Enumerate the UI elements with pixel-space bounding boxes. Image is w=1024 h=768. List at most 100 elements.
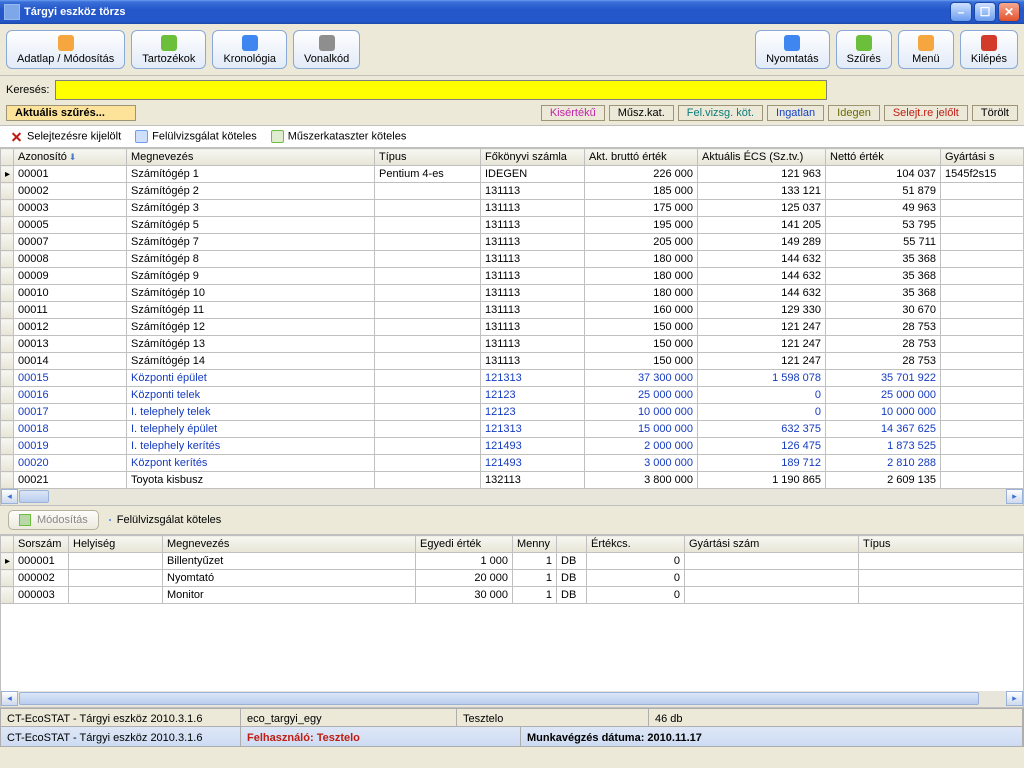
kronologia-button[interactable]: Kronológia [212, 30, 287, 69]
table-row[interactable]: 00012Számítógép 12131113150 000121 24728… [1, 319, 1024, 336]
status-count: 46 db [649, 709, 1023, 726]
table-row[interactable]: 000003Monitor30 0001DB0 [1, 587, 1024, 604]
szures-button[interactable]: Szűrés [836, 30, 892, 69]
edit-small-icon [19, 514, 31, 526]
col-header[interactable]: Típus [375, 149, 481, 166]
table-row[interactable]: 00002Számítógép 2131113185 000133 12151 … [1, 183, 1024, 200]
window-title: Tárgyi eszköz törzs [24, 6, 948, 18]
status-user: Tesztelo [457, 709, 649, 726]
filter-chip[interactable]: Fel.vizsg. köt. [678, 105, 763, 121]
status-bar-1: CT-EcoSTAT - Tárgyi eszköz 2010.3.1.6 ec… [0, 708, 1024, 727]
filter-chip[interactable]: Törölt [972, 105, 1018, 121]
search-input[interactable] [55, 80, 827, 100]
filter-chip[interactable]: Műsz.kat. [609, 105, 674, 121]
titlebar: Tárgyi eszköz törzs [0, 0, 1024, 24]
status2-app: CT-EcoSTAT - Tárgyi eszköz 2010.3.1.6 [1, 727, 241, 746]
table-row[interactable]: 00017I. telephely telek1212310 000 00001… [1, 404, 1024, 421]
col-header[interactable]: Megnevezés [163, 536, 416, 553]
table-row[interactable]: 00018I. telephely épület12131315 000 000… [1, 421, 1024, 438]
col-header[interactable] [557, 536, 587, 553]
table-row[interactable]: 00005Számítógép 5131113195 000141 20553 … [1, 217, 1024, 234]
scroll-thumb[interactable] [19, 692, 979, 705]
vonalkod-button[interactable]: Vonalkód [293, 30, 360, 69]
col-header[interactable]: Azonosító⬇ [14, 149, 127, 166]
tartozekok-button[interactable]: Tartozékok [131, 30, 206, 69]
col-header[interactable]: Menny [513, 536, 557, 553]
table-row[interactable]: 00008Számítógép 8131113180 000144 63235 … [1, 251, 1024, 268]
table-row[interactable]: 00019I. telephely kerítés1214932 000 000… [1, 438, 1024, 455]
main-grid-hscroll[interactable]: ◂ ▸ [0, 489, 1024, 506]
status-app: CT-EcoSTAT - Tárgyi eszköz 2010.3.1.6 [1, 709, 241, 726]
table-row[interactable]: 00009Számítógép 9131113180 000144 63235 … [1, 268, 1024, 285]
status2-date: Munkavégzés dátuma: 2010.11.17 [521, 727, 1023, 746]
filter-chip[interactable]: Kisértékű [541, 105, 605, 121]
table-row[interactable]: 00001Számítógép 1Pentium 4-esIDEGEN226 0… [1, 166, 1024, 183]
doc-icon [109, 519, 111, 521]
table-row[interactable]: 00015Központi épület12131337 300 0001 59… [1, 370, 1024, 387]
col-header[interactable]: Sorszám [14, 536, 69, 553]
scroll-thumb[interactable] [19, 490, 49, 503]
close-button[interactable] [998, 2, 1020, 22]
minimize-button[interactable] [950, 2, 972, 22]
legend-bar: Selejtezésre kijelölt Felülvizsgálat köt… [0, 125, 1024, 148]
scroll-right-icon[interactable]: ▸ [1006, 489, 1023, 504]
exit-icon [981, 35, 997, 51]
filter-bar: Aktuális szűrés... KisértékűMűsz.kat.Fel… [0, 104, 1024, 125]
scroll-left-icon[interactable]: ◂ [1, 489, 18, 504]
table-row[interactable]: 00016Központi telek1212325 000 000025 00… [1, 387, 1024, 404]
kilepes-button[interactable]: Kilépés [960, 30, 1018, 69]
table-row[interactable]: 00007Számítógép 7131113205 000149 28955 … [1, 234, 1024, 251]
col-header[interactable]: Helyiség [69, 536, 163, 553]
maximize-button[interactable] [974, 2, 996, 22]
filter-chip[interactable]: Ingatlan [767, 105, 824, 121]
app-icon [4, 4, 20, 20]
scroll-left-icon[interactable]: ◂ [1, 691, 18, 706]
table-row[interactable]: 00013Számítógép 13131113150 000121 24728… [1, 336, 1024, 353]
status2-user: Felhasználó: Tesztelo [241, 727, 521, 746]
main-grid[interactable]: Azonosító⬇MegnevezésTípusFőkönyvi számla… [0, 148, 1024, 489]
status-db: eco_targyi_egy [241, 709, 457, 726]
sub-modify-button[interactable]: Módosítás [8, 510, 99, 530]
doc-icon [135, 130, 148, 143]
col-header[interactable]: Aktuális ÉCS (Sz.tv.) [698, 149, 826, 166]
col-header[interactable]: Értékcs. [587, 536, 685, 553]
col-header[interactable]: Gyártási s [941, 149, 1024, 166]
adatlap-button[interactable]: Adatlap / Módosítás [6, 30, 125, 69]
sub-toolbar: Módosítás Felülvizsgálat köteles [0, 506, 1024, 535]
menu-icon [918, 35, 934, 51]
table-row[interactable]: 000002Nyomtató20 0001DB0 [1, 570, 1024, 587]
table-row[interactable]: 000001Billentyűzet1 0001DB0 [1, 553, 1024, 570]
legend-selejt: Selejtezésre kijelölt [10, 130, 121, 143]
search-row: Keresés: [0, 76, 1024, 104]
main-toolbar: Adatlap / Módosítás Tartozékok Kronológi… [0, 24, 1024, 76]
col-header[interactable]: Főkönyvi számla [481, 149, 585, 166]
print-icon [784, 35, 800, 51]
filter-chip[interactable]: Selejt.re jelőlt [884, 105, 968, 121]
col-header[interactable]: Akt. bruttó érték [585, 149, 698, 166]
table-row[interactable]: 00020Központ kerítés1214933 000 000189 7… [1, 455, 1024, 472]
table-row[interactable]: 00010Számítógép 10131113180 000144 63235… [1, 285, 1024, 302]
nyomtatas-button[interactable]: Nyomtatás [755, 30, 830, 69]
col-header[interactable]: Nettó érték [826, 149, 941, 166]
edit-icon [58, 35, 74, 51]
sub-grid[interactable]: SorszámHelyiségMegnevezésEgyedi értékMen… [0, 535, 1024, 691]
search-label: Keresés: [6, 84, 49, 96]
timeline-icon [242, 35, 258, 51]
legend-muszerkataszter: Műszerkataszter köteles [271, 130, 407, 143]
filter-icon [856, 35, 872, 51]
table-row[interactable]: 00011Számítógép 11131113160 000129 33030… [1, 302, 1024, 319]
sub-fv-link[interactable]: Felülvizsgálat köteles [109, 514, 222, 526]
col-header[interactable]: Típus [859, 536, 1024, 553]
table-row[interactable]: 00021Toyota kisbusz1321133 800 0001 190 … [1, 472, 1024, 489]
sub-grid-hscroll[interactable]: ◂ ▸ [0, 691, 1024, 708]
table-row[interactable]: 00003Számítógép 3131113175 000125 03749 … [1, 200, 1024, 217]
col-header[interactable]: Megnevezés [127, 149, 375, 166]
scroll-right-icon[interactable]: ▸ [1006, 691, 1023, 706]
filter-chip[interactable]: Idegen [828, 105, 880, 121]
barcode-icon [319, 35, 335, 51]
col-header[interactable]: Egyedi érték [416, 536, 513, 553]
table-row[interactable]: 00014Számítógép 14131113150 000121 24728… [1, 353, 1024, 370]
col-header[interactable]: Gyártási szám [685, 536, 859, 553]
current-filter-button[interactable]: Aktuális szűrés... [6, 105, 136, 121]
menu-button[interactable]: Menü [898, 30, 954, 69]
